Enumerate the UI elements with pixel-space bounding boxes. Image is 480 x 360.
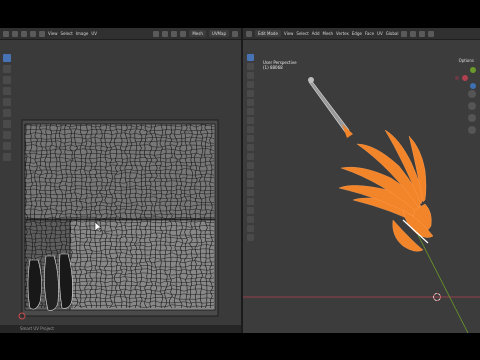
- vp-menu-uv[interactable]: UV: [377, 31, 383, 36]
- vertex-select-icon[interactable]: [21, 30, 27, 37]
- uv-editor[interactable]: Smart UV Project: [0, 40, 241, 333]
- y-axis-line: [417, 234, 469, 333]
- uv-menu-select[interactable]: Select: [61, 31, 73, 36]
- bone-shaft: [308, 79, 350, 133]
- status-bar: Smart UV Project: [0, 325, 241, 333]
- new-image-icon[interactable]: [180, 30, 187, 37]
- transform-orientation[interactable]: Global: [386, 31, 399, 36]
- bone-tip: [342, 124, 353, 138]
- proportional-icon[interactable]: [410, 30, 417, 37]
- uv-canvas[interactable]: [0, 40, 241, 333]
- vp-menu-mesh[interactable]: Mesh: [323, 31, 334, 36]
- viewport-canvas[interactable]: [243, 40, 480, 333]
- uvmap-dropdown[interactable]: UVMap: [208, 30, 229, 37]
- pivot-icon[interactable]: [153, 30, 160, 37]
- wing-mesh: [338, 129, 434, 252]
- face-select-icon[interactable]: [39, 30, 45, 37]
- snap-icon[interactable]: [162, 30, 169, 37]
- proportional-icon[interactable]: [171, 30, 178, 37]
- editor-type-icon[interactable]: [246, 30, 252, 37]
- uv-menu-image[interactable]: Image: [76, 31, 89, 36]
- uv-sync-icon[interactable]: [12, 30, 18, 37]
- display-icon[interactable]: [232, 30, 238, 37]
- vp-menu-edge[interactable]: Edge: [352, 31, 362, 36]
- bone-head: [308, 77, 314, 83]
- 3d-viewport[interactable]: User Perspective (1) 88068 Options: [243, 40, 480, 333]
- vp-menu-face[interactable]: Face: [365, 31, 374, 36]
- overlay-icon[interactable]: [419, 30, 426, 37]
- edge-select-icon[interactable]: [30, 30, 36, 37]
- vp-menu-vertex[interactable]: Vertex: [336, 31, 349, 36]
- axis-gizmo-icon[interactable]: [455, 67, 476, 89]
- snap-icon[interactable]: [401, 30, 408, 37]
- vp-menu-add[interactable]: Add: [312, 31, 320, 36]
- uv-island-feather-1: [27, 259, 42, 310]
- uv-menu-uv[interactable]: UV: [91, 31, 97, 36]
- mesh-dropdown[interactable]: Mesh: [189, 30, 206, 37]
- shading-icon[interactable]: [428, 30, 435, 37]
- blender-window: View Select Image UV Mesh UVMap Edit Mod…: [0, 28, 480, 333]
- uv-menu-view[interactable]: View: [48, 31, 58, 36]
- vp-menu-select[interactable]: Select: [296, 31, 308, 36]
- viewport-header: Edit Mode View Select Add Mesh Vertex Ed…: [243, 28, 480, 40]
- editor-type-icon[interactable]: [3, 30, 9, 37]
- uv-editor-header: View Select Image UV Mesh UVMap: [0, 28, 241, 40]
- mode-dropdown[interactable]: Edit Mode: [255, 30, 281, 37]
- vp-menu-view[interactable]: View: [284, 31, 294, 36]
